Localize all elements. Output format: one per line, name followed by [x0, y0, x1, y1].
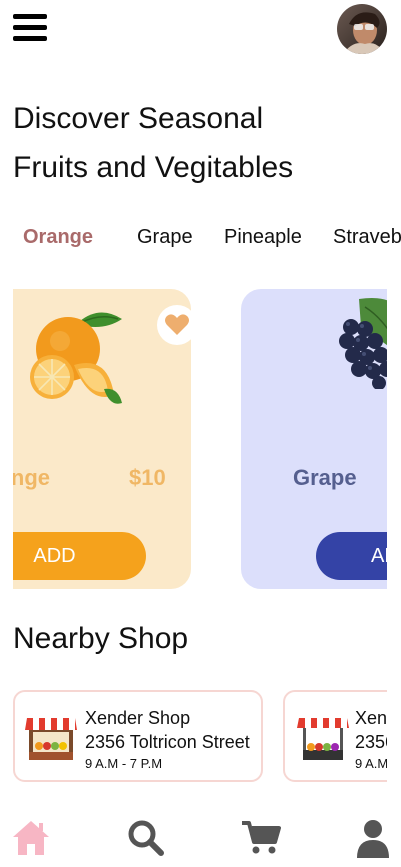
shop-hours: 9 A.M - 7 P.M	[85, 756, 163, 771]
market-stall-icon	[25, 718, 77, 760]
shop-name: Xender Shop	[85, 708, 191, 728]
add-to-cart-button[interactable]: ADD	[316, 532, 387, 580]
tab-pineaple[interactable]: Pineaple	[224, 226, 302, 249]
grape-fruit-image	[339, 298, 387, 389]
search-icon	[128, 820, 164, 856]
product-carousel[interactable]: Orange $10 ADD Grape ADD	[13, 289, 387, 589]
user-icon	[357, 820, 389, 858]
cart-icon	[242, 821, 281, 854]
shop-hours: 9 A.M - 7 P.M	[355, 756, 387, 771]
category-tabs: Orange Grape Pineaple Straveberry	[0, 222, 401, 254]
orange-fruit-image	[30, 312, 122, 404]
avatar[interactable]	[337, 4, 387, 54]
page-title: Discover Seasonal Fruits and Vegitables	[13, 94, 373, 192]
menu-bar	[13, 14, 47, 19]
menu-bar	[13, 36, 47, 41]
shop-card[interactable]: Xender Shop 2356 Toltricon Street 9 A.M …	[13, 690, 263, 782]
nav-cart[interactable]	[241, 818, 281, 858]
favorite-button[interactable]	[157, 305, 191, 345]
product-card-orange[interactable]: Orange $10 ADD	[13, 289, 191, 589]
product-name: Grape	[293, 465, 357, 490]
shop-address: 2356 Toltricon Street	[85, 732, 250, 752]
product-price: $10	[129, 465, 166, 490]
page-title-line2: Fruits and Vegitables	[13, 151, 294, 184]
section-title-nearby: Nearby Shop	[13, 622, 189, 655]
nearby-shop-list[interactable]: Xender Shop 2356 Toltricon Street 9 A.M …	[13, 690, 387, 782]
product-name: Orange	[13, 465, 51, 490]
nav-profile[interactable]	[353, 818, 393, 858]
hamburger-menu-icon[interactable]	[13, 14, 47, 42]
nav-home[interactable]	[11, 818, 51, 858]
bottom-navigation	[0, 812, 401, 867]
heart-icon	[165, 314, 189, 335]
shop-address: 2356 Toltricon Street	[355, 732, 387, 752]
user-avatar-image	[337, 4, 387, 54]
market-stall-icon	[297, 718, 349, 760]
page-title-line1: Discover Seasonal	[13, 102, 264, 135]
tab-grape[interactable]: Grape	[137, 226, 193, 249]
product-card-grape[interactable]: Grape ADD	[241, 289, 387, 589]
home-icon	[13, 821, 49, 855]
tab-orange[interactable]: Orange	[23, 226, 93, 249]
shop-name: Xender Shop	[355, 708, 387, 728]
nav-search[interactable]	[126, 818, 166, 858]
tab-straveberry[interactable]: Straveberry	[333, 226, 401, 249]
add-to-cart-button[interactable]: ADD	[13, 532, 146, 580]
menu-bar	[13, 25, 47, 30]
shop-card[interactable]: Xender Shop 2356 Toltricon Street 9 A.M …	[283, 690, 387, 782]
shop-info: Xender Shop 2356 Toltricon Street 9 A.M …	[85, 706, 250, 774]
shop-info: Xender Shop 2356 Toltricon Street 9 A.M …	[355, 706, 387, 774]
